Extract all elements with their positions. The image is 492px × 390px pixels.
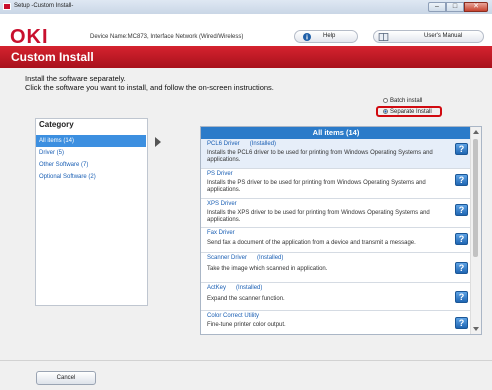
page-title: Custom Install: [11, 50, 94, 64]
footer-divider: [0, 360, 492, 361]
item-name: PS Driver: [207, 171, 233, 177]
manual-book-icon: [378, 33, 389, 41]
item-description: Expand the scanner function.: [207, 296, 285, 302]
help-question-icon[interactable]: ?: [455, 291, 468, 303]
title-bar: Setup -Custom Install- – □ ✕: [0, 0, 492, 15]
list-item[interactable]: Color Correct Utility Fine-tune printer …: [201, 311, 471, 334]
list-item[interactable]: PCL6 Driver (Installed) Installs the PCL…: [201, 139, 471, 169]
category-list: All items (14) Driver (5) Other Software…: [36, 135, 146, 183]
category-item-other-software[interactable]: Other Software (7): [36, 159, 146, 171]
category-item-all[interactable]: All items (14): [36, 135, 146, 147]
instruction-line-2: Click the software you want to install, …: [25, 83, 274, 92]
panel-header: All items (14): [201, 127, 471, 139]
help-label: Help: [323, 33, 336, 39]
device-info: Device Name:MC873, Interface Network (Wi…: [90, 34, 244, 40]
maximize-button[interactable]: □: [446, 2, 464, 12]
users-manual-button[interactable]: User's Manual: [373, 30, 484, 43]
help-question-icon[interactable]: ?: [455, 262, 468, 274]
item-name: PCL6 Driver (Installed): [207, 141, 277, 147]
item-name: XPS Driver: [207, 201, 237, 207]
instruction-line-1: Install the software separately.: [25, 74, 126, 83]
minimize-button[interactable]: –: [428, 2, 446, 12]
item-description: Installs the PCL6 driver to be used for …: [207, 150, 433, 163]
item-name: Fax Driver: [207, 230, 235, 236]
info-icon: [303, 33, 311, 41]
oki-logo: OKI: [10, 26, 49, 48]
item-description: Send fax a document of the application f…: [207, 240, 416, 246]
scroll-up-icon[interactable]: [473, 130, 479, 134]
list-item[interactable]: Scanner Driver (Installed) Take the imag…: [201, 253, 471, 283]
scroll-down-icon[interactable]: [473, 327, 479, 331]
batch-install-radio[interactable]: Batch install: [383, 98, 422, 104]
category-item-driver[interactable]: Driver (5): [36, 147, 146, 159]
item-description: Take the image which scanned in applicat…: [207, 266, 328, 272]
item-description: Installs the XPS driver to be used for p…: [207, 210, 430, 223]
separate-install-highlight: [376, 106, 442, 117]
window-title: Setup -Custom Install-: [14, 3, 74, 9]
radio-indicator: [383, 98, 388, 103]
app-icon: [3, 3, 11, 10]
page-banner: Custom Install: [0, 46, 492, 68]
help-question-icon[interactable]: ?: [455, 174, 468, 186]
item-description: Fine-tune printer color output.: [207, 322, 286, 328]
scroll-thumb[interactable]: [473, 139, 478, 257]
item-name: Scanner Driver (Installed): [207, 255, 284, 261]
category-item-optional-software[interactable]: Optional Software (2): [36, 171, 146, 183]
manual-label: User's Manual: [424, 33, 463, 39]
list-item[interactable]: ActKey (Installed) Expand the scanner fu…: [201, 283, 471, 311]
list-item[interactable]: PS Driver Installs the PS driver to be u…: [201, 169, 471, 199]
software-list-panel: All items (14) PCL6 Driver (Installed) I…: [200, 126, 482, 335]
panel-scrollbar[interactable]: [470, 127, 481, 334]
list-item[interactable]: Fax Driver Send fax a document of the ap…: [201, 228, 471, 253]
help-question-icon[interactable]: ?: [455, 143, 468, 155]
category-heading: Category: [39, 120, 74, 129]
help-question-icon[interactable]: ?: [455, 204, 468, 216]
batch-install-label: Batch install: [390, 98, 423, 105]
list-item[interactable]: XPS Driver Installs the XPS driver to be…: [201, 199, 471, 228]
item-name: Color Correct Utility: [207, 313, 260, 319]
chevron-right-icon: [155, 137, 161, 147]
item-name: ActKey (Installed): [207, 285, 263, 291]
close-button[interactable]: ✕: [464, 2, 488, 12]
cancel-button[interactable]: Cancel: [36, 371, 96, 385]
help-question-icon[interactable]: ?: [455, 317, 468, 329]
item-description: Installs the PS driver to be used for pr…: [207, 180, 426, 193]
help-question-icon[interactable]: ?: [455, 233, 468, 245]
help-button[interactable]: Help: [294, 30, 358, 43]
